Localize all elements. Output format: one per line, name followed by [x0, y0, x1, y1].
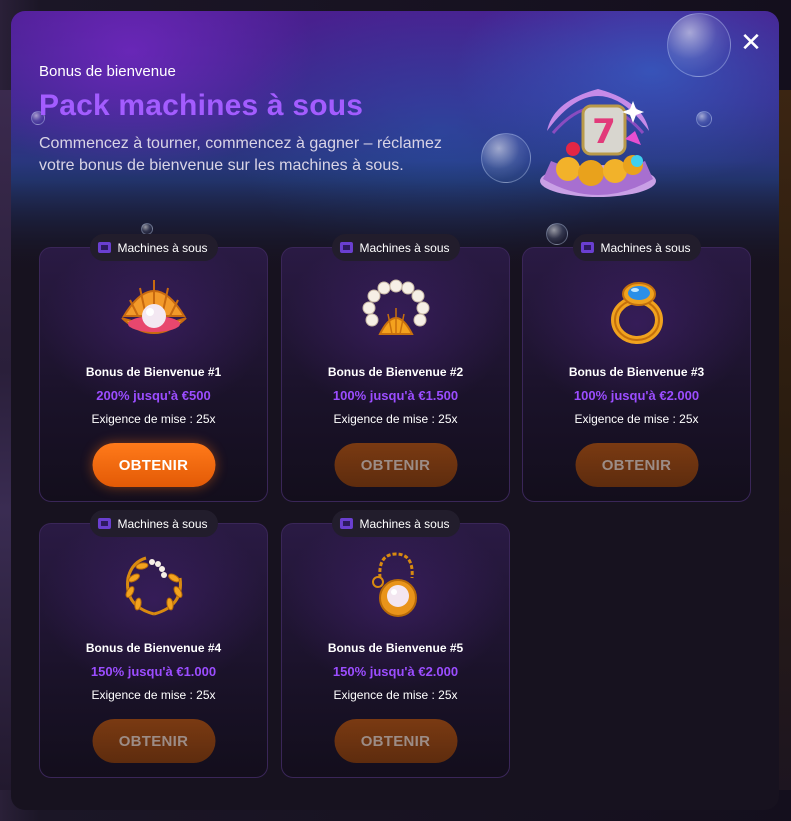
bonus-card-5: Machines à sous Bonus de Bienvenue #5 15… — [281, 510, 510, 778]
bubble-decoration — [546, 223, 568, 245]
slot-machine-icon — [339, 242, 353, 253]
bonus-offer: 150% jusqu'à €2.000 — [332, 664, 459, 679]
bubble-decoration — [481, 133, 531, 183]
modal-subtitle: Commencez à tourner, commencez à gagner … — [39, 135, 442, 174]
bubble-decoration — [667, 13, 731, 77]
wagering-requirement: Exigence de mise : 25x — [333, 412, 458, 426]
bonus-name: Bonus de Bienvenue #3 — [568, 365, 705, 379]
claim-button-3[interactable]: OBTENIR — [575, 443, 698, 487]
bonus-offer: 200% jusqu'à €500 — [96, 388, 211, 403]
slot-machine-icon — [97, 242, 111, 253]
category-tag: Machines à sous — [331, 510, 460, 537]
bubble-decoration — [696, 111, 712, 127]
bonus-name: Bonus de Bienvenue #4 — [85, 641, 222, 655]
category-tag: Machines à sous — [89, 234, 218, 261]
close-button[interactable]: ✕ — [739, 30, 763, 56]
modal-title: Pack machines à sous — [39, 89, 364, 122]
wagering-requirement: Exigence de mise : 25x — [91, 412, 216, 426]
bonus-card-3: Machines à sous Bonus de Bienvenue #3 10… — [522, 234, 751, 502]
laurel-wreath-icon — [125, 556, 182, 616]
slot-machine-icon — [580, 242, 594, 253]
bonus-offer: 100% jusqu'à €2.000 — [573, 388, 700, 403]
bonus-offer: 150% jusqu'à €1.000 — [90, 664, 217, 679]
bonus-name: Bonus de Bienvenue #5 — [327, 641, 464, 655]
slot-machine-icon — [97, 518, 111, 529]
category-tag: Machines à sous — [572, 234, 701, 261]
svg-text:7: 7 — [592, 112, 616, 152]
bonus-card-2: Machines à sous Bonus de Bienvenue #2 10… — [281, 234, 510, 502]
bonus-card-4: Machines à sous Bonus de Bienvenue #4 15… — [39, 510, 268, 778]
bonus-offer: 100% jusqu'à €1.500 — [332, 388, 459, 403]
modal-eyebrow: Bonus de bienvenue — [39, 63, 176, 80]
claim-button-4[interactable]: OBTENIR — [92, 719, 215, 763]
claim-button-5[interactable]: OBTENIR — [334, 719, 457, 763]
pearl-pendant-icon — [371, 552, 417, 617]
pearl-shell-icon — [120, 280, 187, 334]
welcome-bonus-modal: ✕ Bonus de bienvenue Pack machines à sou… — [11, 11, 779, 810]
gem-ring-icon — [610, 282, 663, 344]
wagering-requirement: Exigence de mise : 25x — [91, 688, 216, 702]
bonus-card-1: Machines à sous Bonus de Bienvenue #1 20… — [39, 234, 268, 502]
slot-machine-icon — [339, 518, 353, 529]
pearl-bracelet-icon — [362, 279, 429, 335]
wagering-requirement: Exigence de mise : 25x — [574, 412, 699, 426]
claim-button-1[interactable]: OBTENIR — [92, 443, 215, 487]
claim-button-2[interactable]: OBTENIR — [334, 443, 457, 487]
category-tag: Machines à sous — [89, 510, 218, 537]
wagering-requirement: Exigence de mise : 25x — [333, 688, 458, 702]
bonus-name: Bonus de Bienvenue #2 — [327, 365, 464, 379]
bonus-name: Bonus de Bienvenue #1 — [85, 365, 222, 379]
treasure-shell-icon: 7 — [540, 89, 656, 197]
backdrop-right-edge — [779, 90, 791, 790]
category-tag: Machines à sous — [331, 234, 460, 261]
